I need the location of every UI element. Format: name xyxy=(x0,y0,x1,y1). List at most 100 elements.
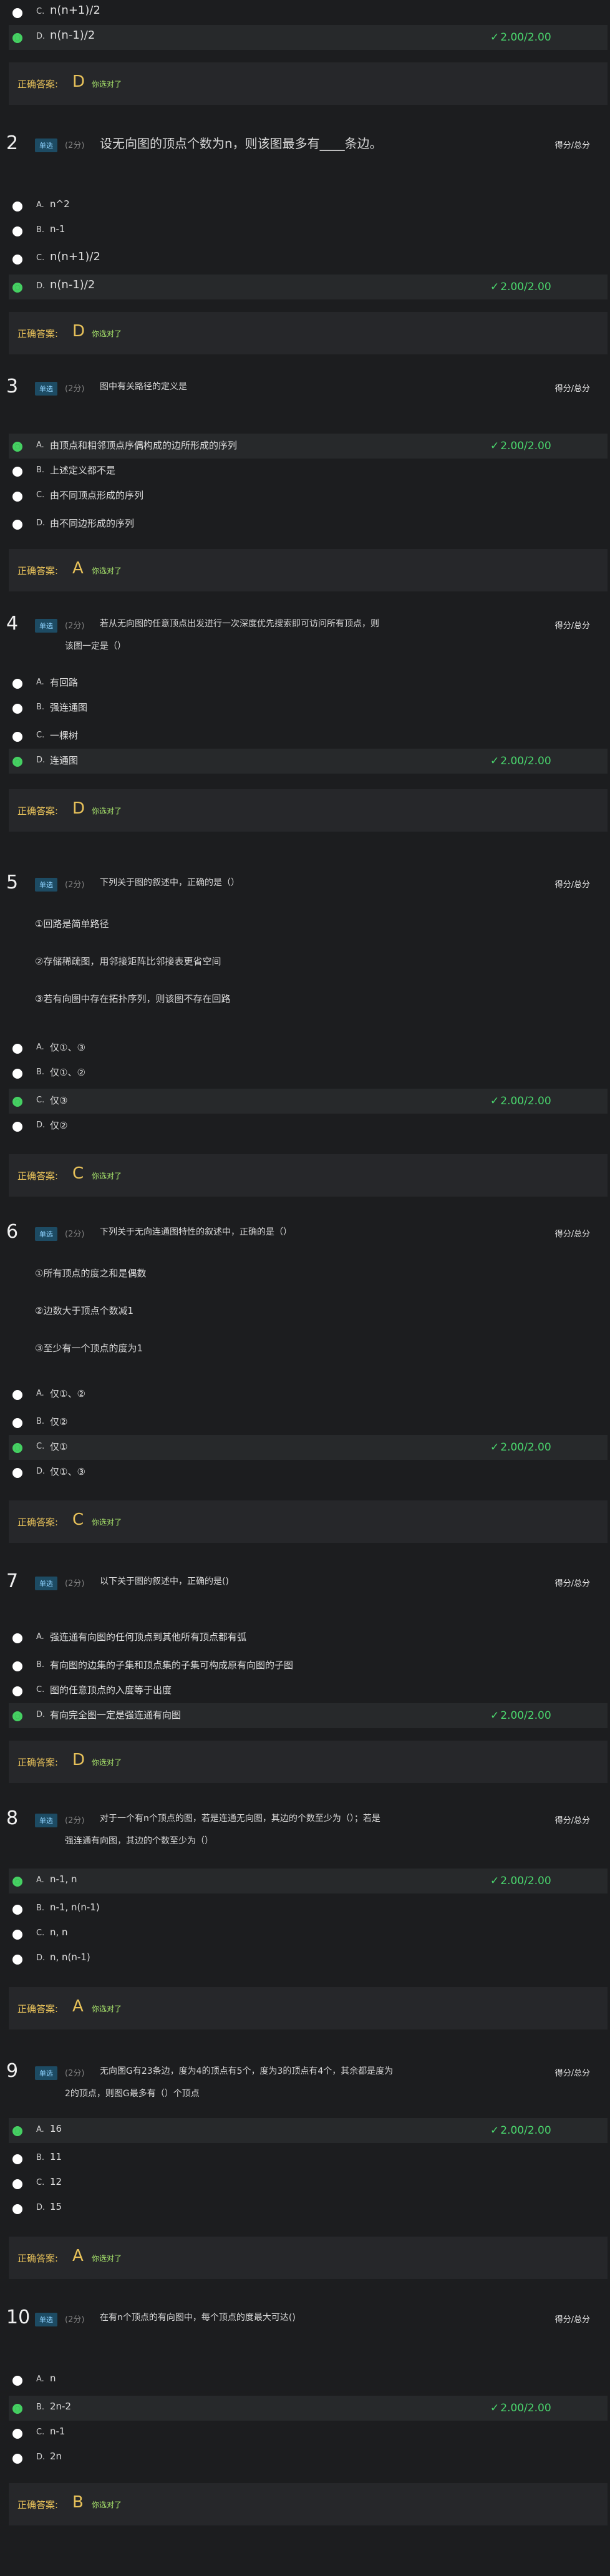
radio-unselected[interactable] xyxy=(12,2204,22,2214)
radio-unselected[interactable] xyxy=(12,1930,22,1940)
radio-unselected[interactable] xyxy=(12,732,22,742)
radio-unselected[interactable] xyxy=(12,255,22,265)
radio-unselected[interactable] xyxy=(12,1468,22,1478)
radio-unselected[interactable] xyxy=(12,202,22,211)
score-value: 2.00/2.00 xyxy=(500,1095,551,1107)
option-letter: C. xyxy=(36,1685,45,1694)
question-number: 6 xyxy=(6,1221,19,1243)
radio-unselected[interactable] xyxy=(12,2429,22,2439)
correct-answer-label: 正确答案: xyxy=(17,328,59,339)
score-total-label: 得分/总分 xyxy=(554,2069,590,2078)
answer-option[interactable]: C. n(n+1)/2 xyxy=(9,0,608,25)
option-text: n-1 xyxy=(50,2426,65,2437)
answer-option[interactable]: C. 图的任意顶点的入度等于出度 xyxy=(9,1678,608,1703)
answer-option[interactable]: B. 11 xyxy=(9,2146,608,2171)
question-statement: ②边数大于顶点个数减1 xyxy=(35,1305,133,1316)
radio-selected[interactable] xyxy=(12,1711,22,1721)
answer-option[interactable]: D. 有向完全图一定是强连通有向图 ✓ 2.00/2.00 xyxy=(9,1703,608,1728)
answer-option[interactable]: A. n xyxy=(9,2368,608,2393)
radio-unselected[interactable] xyxy=(12,1044,22,1054)
radio-unselected[interactable] xyxy=(12,704,22,714)
radio-unselected[interactable] xyxy=(12,467,22,477)
radio-selected[interactable] xyxy=(12,2404,22,2414)
option-text: 仅② xyxy=(50,1416,68,1427)
answer-option[interactable]: D. 15 xyxy=(9,2196,608,2221)
answer-option[interactable]: D. n(n-1)/2 ✓ 2.00/2.00 xyxy=(9,275,608,299)
answer-option[interactable]: B. 强连通图 xyxy=(9,696,608,721)
answer-option[interactable]: B. n-1, n(n-1) xyxy=(9,1897,608,1922)
answer-option[interactable]: D. 连通图 ✓ 2.00/2.00 xyxy=(9,749,608,774)
answer-option[interactable]: A. n^2 xyxy=(9,193,608,218)
answer-option[interactable]: A. 有回路 xyxy=(9,671,608,696)
answer-option[interactable]: C. 由不同顶点形成的序列 xyxy=(9,484,608,508)
radio-unselected[interactable] xyxy=(12,1633,22,1643)
radio-unselected[interactable] xyxy=(12,8,22,18)
answer-option[interactable]: B. 上述定义都不是 xyxy=(9,459,608,484)
answer-option[interactable]: C. 仅③ ✓ 2.00/2.00 xyxy=(9,1089,608,1114)
radio-unselected[interactable] xyxy=(12,2454,22,2464)
radio-unselected[interactable] xyxy=(12,2376,22,2386)
radio-selected[interactable] xyxy=(12,33,22,43)
option-letter: A. xyxy=(36,200,44,210)
option-letter: C. xyxy=(36,7,45,16)
question-title: 无向图G有23条边，度为4的顶点有5个，度为3的顶点有4个，其余都是度为 xyxy=(100,2066,394,2076)
answer-option[interactable]: B. 有向图的边集的子集和顶点集的子集可构成原有向图的子图 xyxy=(9,1653,608,1678)
radio-selected[interactable] xyxy=(12,757,22,767)
answer-option[interactable]: A. 强连通有向图的任何顶点到其他所有顶点都有弧 xyxy=(9,1625,608,1650)
correct-score: ✓ 2.00/2.00 xyxy=(490,2402,551,2414)
answer-option[interactable]: D. n(n-1)/2 ✓ 2.00/2.00 xyxy=(9,25,608,50)
answer-option[interactable]: A. 16 ✓ 2.00/2.00 xyxy=(9,2118,608,2143)
option-text: n, n xyxy=(50,1927,68,1938)
radio-unselected[interactable] xyxy=(12,1390,22,1400)
answer-option[interactable]: A. n-1, n ✓ 2.00/2.00 xyxy=(9,1869,608,1893)
radio-unselected[interactable] xyxy=(12,520,22,530)
answer-option[interactable]: B. 2n-2 ✓ 2.00/2.00 xyxy=(9,2396,608,2421)
answer-option[interactable]: D. 由不同边形成的序列 xyxy=(9,512,608,537)
answer-option[interactable]: D. 仅①、③ xyxy=(9,1460,608,1485)
radio-selected[interactable] xyxy=(12,1443,22,1453)
answer-option[interactable]: C. n(n+1)/2 xyxy=(9,246,608,271)
radio-selected[interactable] xyxy=(12,1097,22,1107)
radio-unselected[interactable] xyxy=(12,1122,22,1132)
radio-unselected[interactable] xyxy=(12,226,22,236)
option-text: 强连通有向图的任何顶点到其他所有顶点都有弧 xyxy=(50,1631,247,1643)
radio-unselected[interactable] xyxy=(12,1686,22,1696)
question-title: 对于一个有n个顶点的图，若是连通无向图，其边的个数至少为（）；若是 xyxy=(100,1814,380,1824)
answer-option[interactable]: C. n-1 xyxy=(9,2421,608,2446)
radio-unselected[interactable] xyxy=(12,1069,22,1079)
answer-option[interactable]: D. 仅② xyxy=(9,1114,608,1139)
score-value: 2.00/2.00 xyxy=(500,1709,551,1722)
answer-option[interactable]: D. n, n(n-1) xyxy=(9,1947,608,1971)
answer-option[interactable]: B. 仅①、② xyxy=(9,1061,608,1086)
answer-option[interactable]: B. n-1 xyxy=(9,218,608,243)
score-value: 2.00/2.00 xyxy=(500,1441,551,1454)
answer-option[interactable]: C. n, n xyxy=(9,1922,608,1947)
correct-answer-panel: 正确答案: D 你选对了 xyxy=(9,789,608,832)
radio-selected[interactable] xyxy=(12,283,22,293)
answer-option[interactable]: C. 12 xyxy=(9,2171,608,2196)
radio-unselected[interactable] xyxy=(12,2179,22,2189)
radio-unselected[interactable] xyxy=(12,1955,22,1965)
radio-selected[interactable] xyxy=(12,442,22,452)
radio-unselected[interactable] xyxy=(12,1905,22,1915)
score-value: 2.00/2.00 xyxy=(500,2402,551,2414)
radio-unselected[interactable] xyxy=(12,679,22,689)
answer-option[interactable]: C. 仅① ✓ 2.00/2.00 xyxy=(9,1435,608,1460)
radio-unselected[interactable] xyxy=(12,2154,22,2164)
radio-selected[interactable] xyxy=(12,1877,22,1887)
answer-option[interactable]: A. 仅①、③ xyxy=(9,1036,608,1061)
option-text: n-1 xyxy=(50,223,65,235)
option-text: 仅①、② xyxy=(50,1388,85,1399)
answer-option[interactable]: C. 一棵树 xyxy=(9,724,608,749)
radio-unselected[interactable] xyxy=(12,1418,22,1428)
answer-option[interactable]: B. 仅② xyxy=(9,1410,608,1435)
correct-answer-value: A xyxy=(72,1997,84,2016)
radio-unselected[interactable] xyxy=(12,492,22,502)
answer-option[interactable]: A. 由顶点和相邻顶点序偶构成的边所形成的序列 ✓ 2.00/2.00 xyxy=(9,434,608,459)
answer-option[interactable]: D. 2n xyxy=(9,2446,608,2471)
answer-option[interactable]: A. 仅①、② xyxy=(9,1382,608,1407)
radio-unselected[interactable] xyxy=(12,1661,22,1671)
question-title: 在有n个顶点的有向图中，每个顶点的度最大可达() xyxy=(100,2313,296,2323)
radio-selected[interactable] xyxy=(12,2126,22,2136)
option-letter: B. xyxy=(36,225,45,235)
